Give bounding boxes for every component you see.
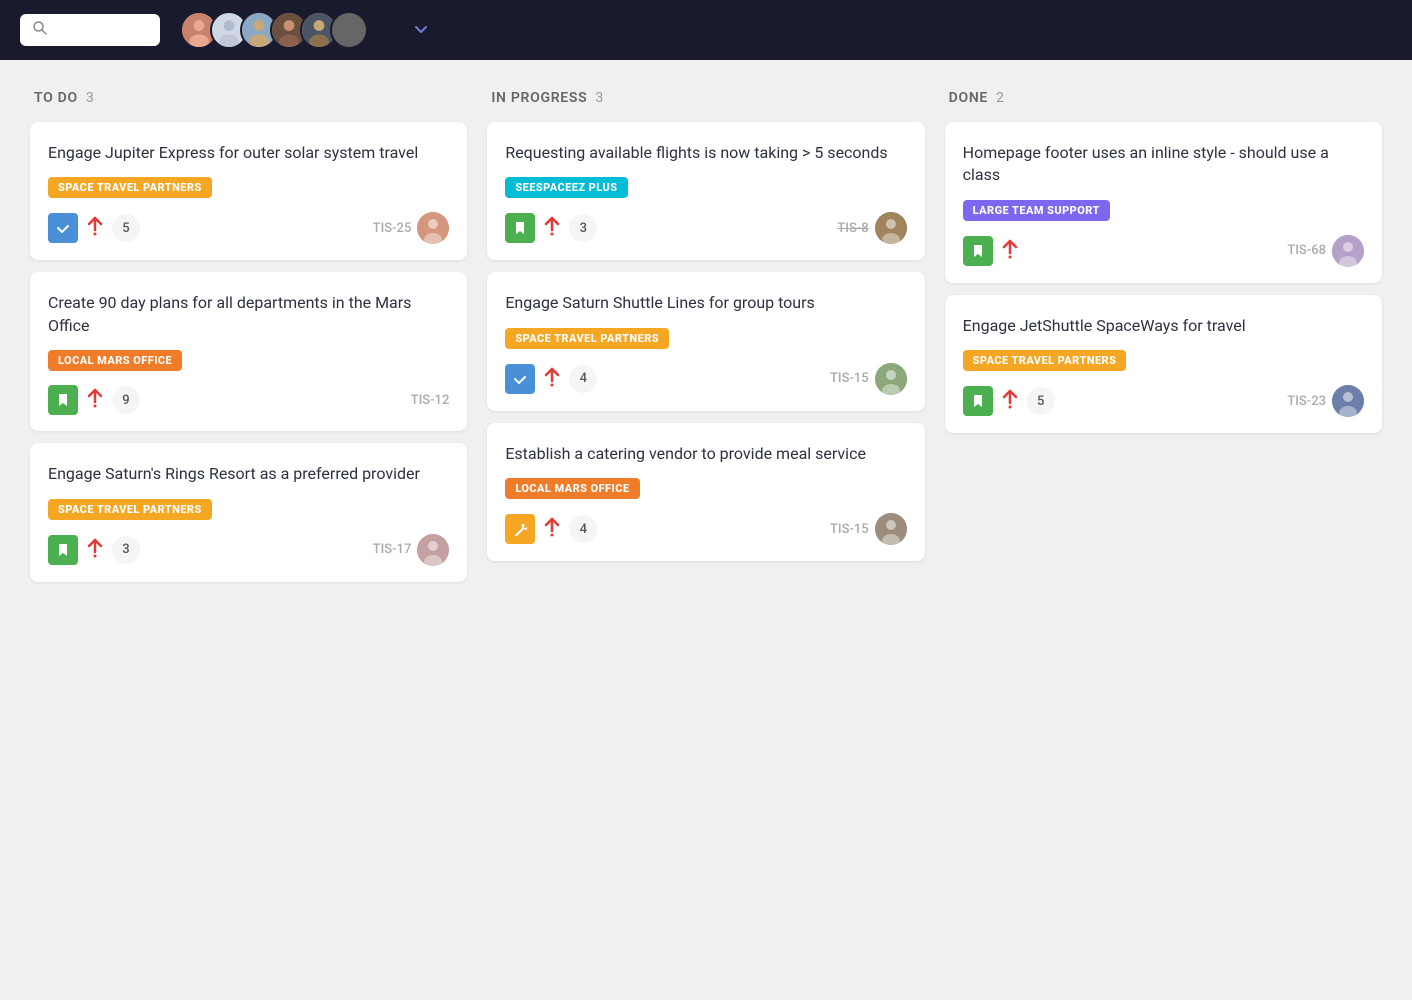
column-header: IN PROGRESS 3 [487, 80, 924, 122]
avatar-group[interactable] [180, 11, 368, 49]
ticket-id: TIS-12 [411, 393, 450, 408]
card: Requesting available flights is now taki… [487, 122, 924, 260]
card-tag[interactable]: SPACE TRAVEL PARTNERS [963, 350, 1127, 371]
check-icon[interactable] [48, 213, 78, 243]
comment-count: 4 [569, 365, 597, 393]
card-title: Engage JetShuttle SpaceWays for travel [963, 315, 1364, 337]
assignee-avatar [1332, 235, 1364, 267]
comment-count: 4 [569, 515, 597, 543]
comment-count: 3 [112, 536, 140, 564]
bookmark-icon[interactable] [48, 385, 78, 415]
priority-icon [86, 538, 104, 562]
priority-icon [543, 216, 561, 240]
comment-count: 9 [112, 386, 140, 414]
card-title: Engage Saturn Shuttle Lines for group to… [505, 292, 906, 314]
assignee-avatar [1332, 385, 1364, 417]
ticket-id: TIS-15 [830, 522, 869, 537]
card-footer: TIS-68 [963, 235, 1364, 267]
comment-count: 5 [1027, 387, 1055, 415]
card-footer: 4 TIS-15 [505, 363, 906, 395]
priority-icon [86, 216, 104, 240]
card: Homepage footer uses an inline style - s… [945, 122, 1382, 283]
topbar [0, 0, 1412, 60]
assignee-avatar [875, 212, 907, 244]
card-tag[interactable]: SPACE TRAVEL PARTNERS [505, 328, 669, 349]
priority-icon [1001, 389, 1019, 413]
card-title: Create 90 day plans for all departments … [48, 292, 449, 337]
bookmark-icon[interactable] [48, 535, 78, 565]
chevron-down-icon [414, 23, 428, 37]
column-header: DONE 2 [945, 80, 1382, 122]
ticket-id: TIS-25 [373, 221, 412, 236]
card-title: Requesting available flights is now taki… [505, 142, 906, 164]
ticket-id: TIS-17 [373, 542, 412, 557]
column-label: IN PROGRESS [491, 90, 587, 106]
priority-icon [86, 388, 104, 412]
card-tag[interactable]: LARGE TEAM SUPPORT [963, 200, 1110, 221]
card-tag[interactable]: SEESPACEEZ PLUS [505, 177, 627, 198]
card-title: Engage Saturn's Rings Resort as a prefer… [48, 463, 449, 485]
kanban-board: TO DO 3 Engage Jupiter Express for outer… [0, 60, 1412, 614]
card: Engage Saturn's Rings Resort as a prefer… [30, 443, 467, 581]
column-label: DONE [949, 90, 988, 106]
card: Engage Jupiter Express for outer solar s… [30, 122, 467, 260]
card-tag[interactable]: LOCAL MARS OFFICE [48, 350, 182, 371]
assignee-avatar [417, 212, 449, 244]
assignee-avatar [875, 363, 907, 395]
card-title: Engage Jupiter Express for outer solar s… [48, 142, 449, 164]
card-tag[interactable]: SPACE TRAVEL PARTNERS [48, 177, 212, 198]
card-footer: 4 TIS-15 [505, 513, 906, 545]
card-footer: 3 TIS-8 [505, 212, 906, 244]
search-box[interactable] [20, 14, 160, 46]
ticket-id: TIS-8 [837, 221, 868, 236]
wrench-icon[interactable] [505, 514, 535, 544]
card-tag[interactable]: LOCAL MARS OFFICE [505, 478, 639, 499]
column-count: 3 [595, 90, 604, 106]
card-footer: 5 TIS-25 [48, 212, 449, 244]
ticket-id: TIS-68 [1287, 243, 1326, 258]
ticket-id: TIS-23 [1287, 394, 1326, 409]
column-todo: TO DO 3 Engage Jupiter Express for outer… [20, 80, 477, 594]
priority-icon [1001, 239, 1019, 263]
priority-icon [543, 367, 561, 391]
filters-button[interactable] [408, 23, 428, 37]
ticket-id: TIS-15 [830, 371, 869, 386]
comment-count: 3 [569, 214, 597, 242]
card-footer: 5 TIS-23 [963, 385, 1364, 417]
card: Create 90 day plans for all departments … [30, 272, 467, 431]
card-tag[interactable]: SPACE TRAVEL PARTNERS [48, 499, 212, 520]
card-title: Homepage footer uses an inline style - s… [963, 142, 1364, 187]
bookmark-icon[interactable] [505, 213, 535, 243]
card-footer: 3 TIS-17 [48, 534, 449, 566]
card: Establish a catering vendor to provide m… [487, 423, 924, 561]
card-title: Establish a catering vendor to provide m… [505, 443, 906, 465]
bookmark-icon[interactable] [963, 386, 993, 416]
comment-count: 5 [112, 214, 140, 242]
column-count: 3 [86, 90, 95, 106]
card: Engage JetShuttle SpaceWays for travel S… [945, 295, 1382, 433]
check-icon[interactable] [505, 364, 535, 394]
search-icon [32, 20, 48, 40]
priority-icon [543, 517, 561, 541]
bookmark-icon[interactable] [963, 236, 993, 266]
card: Engage Saturn Shuttle Lines for group to… [487, 272, 924, 410]
column-count: 2 [996, 90, 1005, 106]
assignee-avatar [875, 513, 907, 545]
column-done: DONE 2 Homepage footer uses an inline st… [935, 80, 1392, 445]
assignee-avatar [417, 534, 449, 566]
avatar-overflow-count[interactable] [330, 11, 368, 49]
column-inprogress: IN PROGRESS 3 Requesting available fligh… [477, 80, 934, 573]
column-header: TO DO 3 [30, 80, 467, 122]
column-label: TO DO [34, 90, 78, 106]
card-footer: 9 TIS-12 [48, 385, 449, 415]
